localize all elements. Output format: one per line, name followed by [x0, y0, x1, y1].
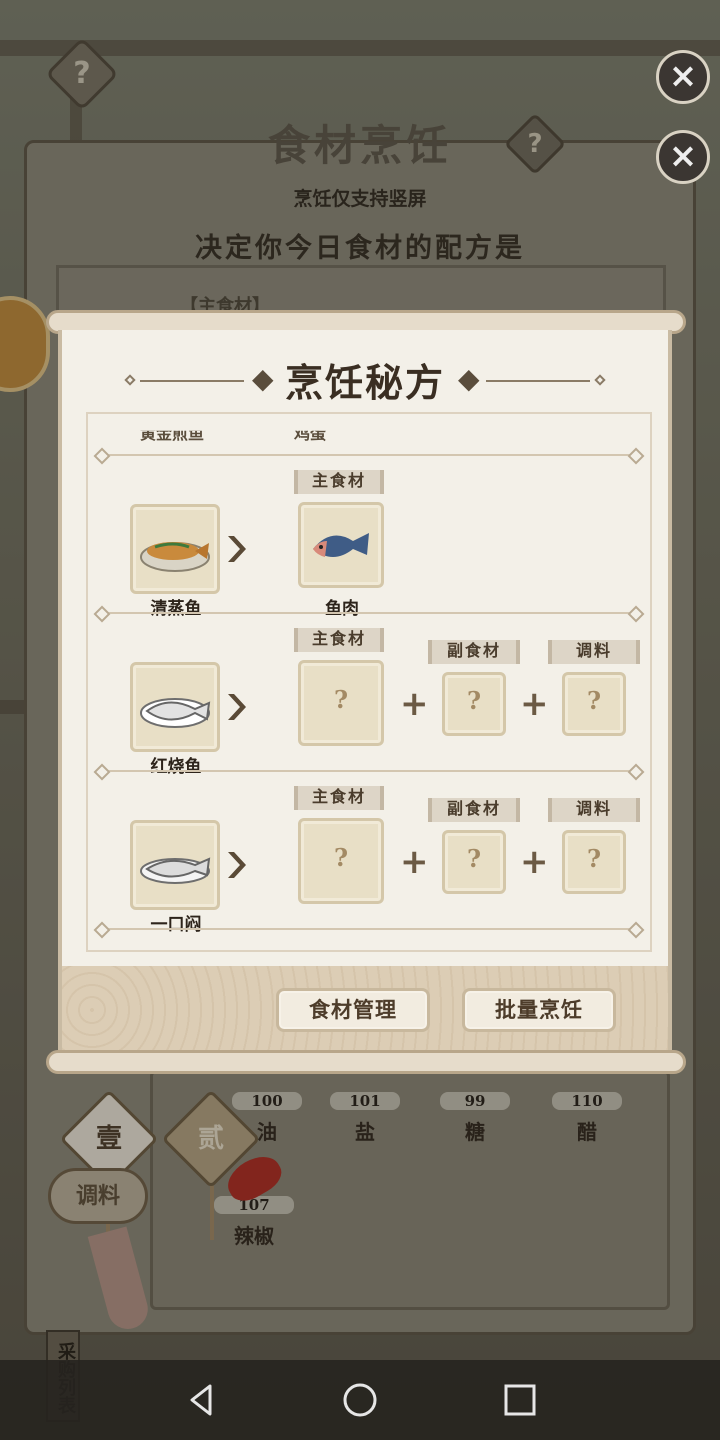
- main-ingredient-tag: 主食材: [294, 786, 384, 810]
- close-icon[interactable]: ×: [656, 50, 710, 104]
- ingredient-manage-button[interactable]: 食材管理: [276, 988, 430, 1032]
- dish-name: 清蒸鱼: [150, 599, 202, 619]
- steamed-fish-icon: [140, 542, 210, 572]
- seasoning-tag: 调料: [548, 640, 640, 664]
- close-icon[interactable]: ×: [656, 130, 710, 184]
- dish-name: 一口闷: [150, 915, 202, 935]
- recipe-modal: ◆ ◆ 烹饪秘方 黄金煎鱼 鸡蛋 清蒸鱼 主食材 鱼肉 红烧鱼 主食材 ? + …: [58, 330, 672, 1054]
- row-divider: [102, 770, 636, 772]
- modal-header: ◆ ◆ 烹饪秘方: [62, 352, 668, 408]
- recent-apps-icon[interactable]: [498, 1378, 542, 1422]
- dish-card[interactable]: [130, 662, 220, 752]
- fish-silhouette-icon: [140, 857, 211, 884]
- braised-fish-silhouette-icon: [140, 698, 211, 728]
- plus-icon: +: [520, 842, 549, 882]
- recipe-row[interactable]: 红烧鱼 主食材 ? + 副食材 ? + 调料 ?: [88, 628, 650, 802]
- dish-card[interactable]: [130, 504, 220, 594]
- scroll-rod-bottom: [46, 1050, 686, 1074]
- side-ingredient-slot[interactable]: ?: [442, 672, 506, 736]
- system-nav-bar: [0, 1360, 720, 1440]
- modal-title: 烹饪秘方: [284, 360, 445, 405]
- arrow-right-icon: [228, 852, 246, 878]
- side-ingredient-slot[interactable]: ?: [442, 830, 506, 894]
- row-divider: [102, 454, 636, 456]
- clipped-ingredient-label: 鸡蛋: [294, 424, 327, 443]
- row-divider: [102, 928, 636, 930]
- main-ingredient-slot[interactable]: [298, 502, 384, 588]
- main-ingredient-slot[interactable]: ?: [298, 818, 384, 904]
- fish-icon: [313, 533, 369, 557]
- seasoning-slot[interactable]: ?: [562, 672, 626, 736]
- main-ingredient-tag: 主食材: [294, 628, 384, 652]
- row-divider: [102, 612, 636, 614]
- clipped-dish-label: 黄金煎鱼: [140, 424, 205, 443]
- clipped-row: 黄金煎鱼 鸡蛋: [88, 420, 650, 443]
- recipe-list[interactable]: 黄金煎鱼 鸡蛋 清蒸鱼 主食材 鱼肉 红烧鱼 主食材 ? + 副食材 ? + 调…: [88, 414, 650, 950]
- plus-icon: +: [400, 842, 429, 882]
- plus-icon: +: [400, 684, 429, 724]
- home-icon[interactable]: [338, 1378, 382, 1422]
- arrow-right-icon: [228, 694, 246, 720]
- recipe-row[interactable]: 清蒸鱼 主食材 鱼肉: [88, 470, 650, 644]
- seasoning-tag: 调料: [548, 798, 640, 822]
- main-ingredient-slot[interactable]: ?: [298, 660, 384, 746]
- dish-card[interactable]: [130, 820, 220, 910]
- batch-cook-button[interactable]: 批量烹饪: [462, 988, 616, 1032]
- seasoning-slot[interactable]: ?: [562, 830, 626, 894]
- ingredient-name: 鱼肉: [325, 599, 359, 619]
- plus-icon: +: [520, 684, 549, 724]
- side-ingredient-tag: 副食材: [428, 640, 520, 664]
- main-ingredient-tag: 主食材: [294, 470, 384, 494]
- back-icon[interactable]: [180, 1378, 224, 1422]
- modal-footer: 食材管理 批量烹饪: [62, 966, 668, 1054]
- side-ingredient-tag: 副食材: [428, 798, 520, 822]
- dish-name: 红烧鱼: [150, 757, 202, 777]
- arrow-right-icon: [228, 536, 246, 562]
